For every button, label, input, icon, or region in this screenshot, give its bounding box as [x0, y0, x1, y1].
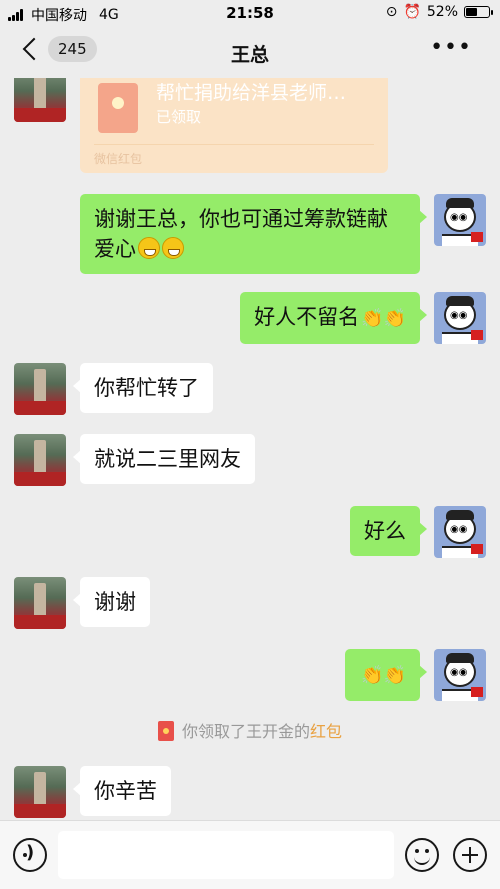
avatar[interactable]: ◉◉ [434, 649, 486, 701]
grinning-emoji-icon [138, 237, 160, 259]
battery-icon [464, 6, 493, 18]
message-bubble[interactable]: 你帮忙转了 [73, 363, 213, 413]
message-text: 就说二三里网友 [94, 447, 241, 471]
more-icon[interactable]: ••• [430, 37, 472, 59]
message-bubble[interactable]: 👏👏 [345, 649, 427, 701]
avatar[interactable] [14, 78, 66, 122]
message-bubble[interactable]: 就说二三里网友 [73, 434, 255, 484]
message-bubble[interactable]: 谢谢王总，你也可通过筹款链献 爱心 [80, 194, 427, 274]
red-packet-card[interactable]: 帮忙捐助给洋县老师… 已领取 微信红包 [80, 78, 388, 173]
message-text: 好么 [364, 519, 406, 543]
status-bar: 中国移动 4G 21:58 ⊙ ⏰ 52% [0, 0, 500, 26]
message-text: 爱心 [94, 237, 136, 261]
message-text: 谢谢 [94, 590, 136, 614]
alarm-icon: ⏰ [403, 4, 421, 20]
avatar[interactable]: ◉◉ [434, 506, 486, 558]
chat-area[interactable]: 帮忙捐助给洋县老师… 已领取 微信红包 ◉◉ 谢谢王总，你也可通过筹款链献 爱心… [0, 78, 500, 820]
avatar[interactable]: ◉◉ [434, 292, 486, 344]
applause-emoji-icon: 👏👏 [361, 308, 406, 329]
nav-bar: 245 王总 ••• [0, 26, 500, 78]
message-text: 好人不留名 [254, 305, 360, 329]
message-bubble[interactable]: 你辛苦 [73, 766, 171, 816]
battery-fill [466, 8, 478, 16]
grinning-emoji-icon [162, 237, 184, 259]
battery-percent: 52% [426, 4, 458, 20]
message-text-line2: 爱心 [94, 234, 406, 264]
chat-title: 王总 [230, 44, 269, 66]
red-packet-status: 已领取 [156, 108, 202, 126]
avatar[interactable]: ◉◉ [434, 194, 486, 246]
red-packet-icon [157, 721, 174, 741]
red-packet-footer: 微信红包 [94, 152, 143, 166]
avatar[interactable] [14, 577, 66, 629]
applause-emoji-icon: 👏👏 [361, 665, 406, 686]
avatar[interactable] [14, 363, 66, 415]
status-right: ⊙ ⏰ 52% [385, 4, 493, 20]
message-bubble[interactable]: 谢谢 [73, 577, 150, 627]
rotation-lock-icon: ⊙ [385, 4, 398, 20]
system-message: 你领取了王开金的红包 [0, 718, 500, 742]
divider [94, 144, 374, 145]
message-input[interactable] [58, 831, 394, 879]
emoji-icon[interactable] [405, 838, 439, 872]
input-bar [0, 820, 500, 889]
red-packet-title: 帮忙捐助给洋县老师… [156, 82, 347, 104]
message-bubble[interactable]: 好人不留名 👏👏 [240, 292, 427, 344]
system-message-text: 你领取了王开金的 [181, 722, 310, 741]
red-packet-link[interactable]: 红包 [310, 722, 342, 741]
message-bubble[interactable]: 好么 [350, 506, 427, 556]
avatar[interactable] [14, 766, 66, 818]
message-text: 你帮忙转了 [94, 376, 199, 400]
voice-icon[interactable] [13, 838, 47, 872]
avatar[interactable] [14, 434, 66, 486]
message-text: 你辛苦 [94, 779, 157, 803]
message-text: 谢谢王总，你也可通过筹款链献 [94, 207, 388, 231]
red-packet-icon [98, 83, 138, 133]
plus-icon[interactable] [453, 838, 487, 872]
